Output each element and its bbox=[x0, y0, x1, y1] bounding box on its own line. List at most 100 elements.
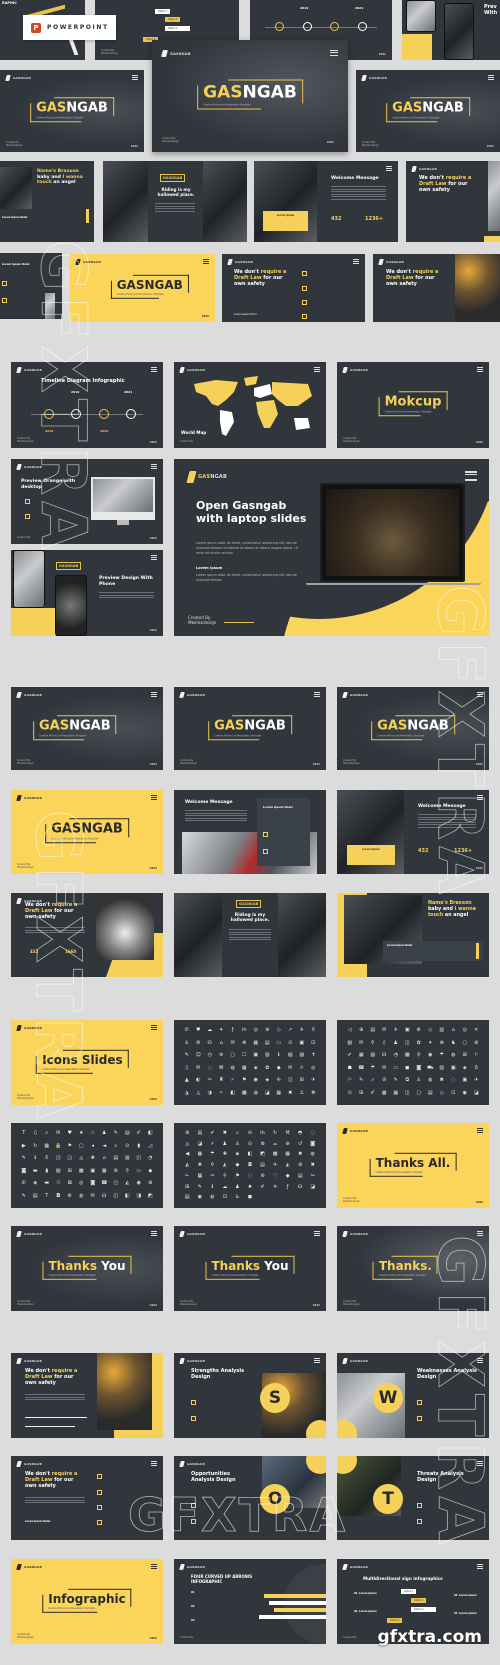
slide-title-photo-2: GASNGAB GASNGAB Creative Motorcycle Prese… bbox=[337, 687, 489, 770]
glyph-icon: ▤ bbox=[184, 1194, 190, 1201]
glyph-icon: ▥ bbox=[439, 1064, 445, 1071]
motorcycle-photo bbox=[326, 489, 459, 576]
logo: GASNGAB bbox=[16, 367, 42, 373]
glyph-icon: ▣ bbox=[253, 1052, 259, 1058]
glyph-icon: ♫ bbox=[33, 1130, 38, 1136]
slide-draft-list-top: Lorem Ipsum Dolor bbox=[0, 253, 62, 319]
glyph-icon: ⊗ bbox=[242, 1039, 247, 1046]
glyph-icon: ✉ bbox=[90, 1192, 95, 1199]
logo: GASNGAB bbox=[16, 1231, 42, 1237]
glyph-icon: ▤ bbox=[197, 1130, 203, 1136]
glyph-icon: ◧ bbox=[247, 1151, 253, 1158]
glyph-icon: ◆ bbox=[285, 1172, 290, 1179]
glyph-icon: ↺ bbox=[298, 1140, 303, 1147]
brand-title: GASNGAB Creative Motorcycle Presentation … bbox=[208, 714, 292, 740]
check-icon bbox=[417, 1416, 422, 1421]
year-label: 2022 bbox=[378, 53, 386, 56]
glyph-icon: ▭ bbox=[393, 1064, 399, 1071]
icon-grid: ◁ ⊕ ▤ ✉ ✈ ▣ ⚙ ◇ ▥ ⌂ ◎ ✕ ▧ ✉ ⚲ ◊ ♟ ◫ ✿ ✦ ⊗ ♞ ▢ ⊛ ✔ ▦ ▨ ☊ ◔ ▩ ♀ ◉ ☂ ◍ ⊞ ⚐ ☗ ☎ ☂ ✉… bbox=[345, 1026, 481, 1099]
slide-thanks-you-plain: GASNGAB Thanks You Creative Motorcycle Pr… bbox=[174, 1226, 326, 1311]
logo: GASNGAB bbox=[16, 795, 42, 801]
glyph-icon: ℹ bbox=[211, 1183, 214, 1190]
glyph-icon: ☼ bbox=[299, 1064, 304, 1071]
slide-swot-threats: Threats Analysis Design T bbox=[337, 1456, 489, 1540]
glyph-icon: ◉ bbox=[462, 1089, 467, 1096]
footer-credit: Created By Mbeliskdesign bbox=[188, 615, 217, 626]
glyph-icon: ♟ bbox=[222, 1140, 228, 1147]
sign-option-3: Option 3 bbox=[165, 26, 190, 31]
text-lines bbox=[155, 203, 195, 213]
logo: GASNGAB bbox=[16, 1025, 42, 1031]
slide-heading: Preview Orange with desktop bbox=[21, 479, 76, 490]
glyph-icon: ◐ bbox=[196, 1077, 201, 1083]
menu-icon bbox=[151, 795, 157, 800]
glyph-icon: ▢ bbox=[462, 1039, 468, 1046]
logo: GASNGAB bbox=[179, 1461, 205, 1467]
check-icon bbox=[417, 1503, 422, 1508]
glyph-icon: ⚐ bbox=[347, 1077, 352, 1083]
glyph-icon: ◍ bbox=[310, 1151, 315, 1158]
footer-credit: Created By Mbeliskdesign bbox=[17, 1300, 34, 1307]
yellow-bar bbox=[86, 209, 89, 223]
glyph-icon: ⊗ bbox=[439, 1039, 444, 1046]
sub-label: Lorem Ipsum Dolor bbox=[2, 263, 30, 266]
glyph-icon: ◔ bbox=[393, 1052, 398, 1058]
slide-title-right: GASNGAB GASNGAB Creative Motorcycle Prese… bbox=[356, 70, 500, 152]
footer-credit: Created By Mbeliskdesign bbox=[17, 437, 34, 444]
timeline-node bbox=[303, 22, 312, 31]
glyph-icon: ✁ bbox=[185, 1172, 190, 1179]
logo: GASNGAB bbox=[179, 692, 205, 698]
logo-icon bbox=[342, 1564, 348, 1570]
timeline-year: 2019 bbox=[71, 390, 80, 394]
rider-photo bbox=[103, 161, 148, 242]
glyph-icon: in bbox=[241, 1027, 247, 1033]
logo-icon bbox=[16, 898, 22, 904]
check-icon bbox=[302, 286, 307, 291]
glyph-icon: ⚡ bbox=[210, 1140, 215, 1147]
logo: GASNGAB bbox=[342, 1231, 368, 1237]
slide-heading: Name's Braxxon baby and I wanna touch an a… bbox=[37, 169, 83, 185]
glyph-icon: ▦ bbox=[101, 1167, 107, 1174]
glyph-icon: ☺ bbox=[195, 1052, 201, 1058]
progress-bar bbox=[25, 1426, 75, 1427]
north-america bbox=[194, 380, 238, 406]
glyph-icon: ▢ bbox=[78, 1142, 84, 1149]
menu-icon bbox=[353, 259, 359, 264]
glyph-icon: ☗ bbox=[347, 1064, 352, 1071]
glyph-icon: ✈ bbox=[474, 1077, 479, 1083]
slide-title-center: GASNGAB GASNGAB Creative Motorcycle Prese… bbox=[152, 40, 348, 152]
slide-title-left: GASNGAB GASNGAB Creative Motorcycle Prese… bbox=[0, 70, 144, 152]
glyph-icon: ◈ bbox=[33, 1180, 38, 1186]
footer-credit: Created By bbox=[180, 440, 194, 444]
slide-thanks-all: GASNGAB Thanks All. Creative Motorcycle P… bbox=[337, 1123, 489, 1208]
check-icon bbox=[2, 298, 7, 303]
logo-icon bbox=[16, 1461, 22, 1467]
slide-draft-wheel: GASNGAB We don't require a Draft Law for … bbox=[11, 893, 163, 977]
sign-option-3: Option 3 bbox=[411, 1607, 436, 1612]
year-label: 2022 bbox=[130, 145, 138, 148]
glyph-icon: ◘ bbox=[56, 1192, 61, 1199]
glyph-icon: ◭ bbox=[185, 1162, 190, 1169]
glyph-icon: ◁ bbox=[347, 1027, 352, 1033]
glyph-icon: ⚲ bbox=[223, 1172, 227, 1179]
glyph-icon: ◓ bbox=[297, 1130, 303, 1136]
slide-heading: Welcome Message bbox=[418, 804, 466, 809]
footer-credit: Created By Mbeliskdesign bbox=[162, 137, 179, 144]
slide-laptop-feature: GASNGAB Open Gasngab with laptop slides … bbox=[174, 459, 489, 636]
slide-title-plain: GASNGAB GASNGAB Creative Motorcycle Prese… bbox=[174, 687, 326, 770]
footer-credit: Created By Mbeliskdesign bbox=[17, 1633, 34, 1640]
stat-value: 432 bbox=[30, 949, 39, 954]
glyph-icon: ▧ bbox=[287, 1052, 293, 1058]
glyph-icon: ◭ bbox=[285, 1162, 290, 1169]
glyph-icon: ⊙ bbox=[347, 1089, 352, 1096]
slide-heading: We don't require a Draft Law for our own s… bbox=[234, 269, 287, 287]
glyph-icon: ◼ bbox=[405, 1064, 410, 1071]
glyph-icon: ▣ bbox=[450, 1064, 456, 1071]
logo: GASNGAB bbox=[342, 1128, 368, 1134]
glyph-icon: ▦ bbox=[241, 1064, 247, 1071]
slide-icons-grid-d: ⊛ ▤ ✔ ✖ ⌕ ⊖ in ↻ ⚒ ◓ ◌ ◬ ◪ ⚡ ♟ ♙ ⊙ ⊗ ⌓ ⊚ ↺ ◙ ◀ ▦ ☂ ✚ ◈ ◧ ◩ ▩ ▦ ✖ ◍ ◭ ✚ ⚲ ◭ ◆ ◘… bbox=[174, 1123, 326, 1208]
glyph-icon: ▩ bbox=[78, 1167, 84, 1174]
glyph-icon: ◔ bbox=[148, 1155, 153, 1161]
logo: GASNGAB bbox=[16, 1358, 42, 1364]
year-label: 2022 bbox=[486, 145, 494, 148]
